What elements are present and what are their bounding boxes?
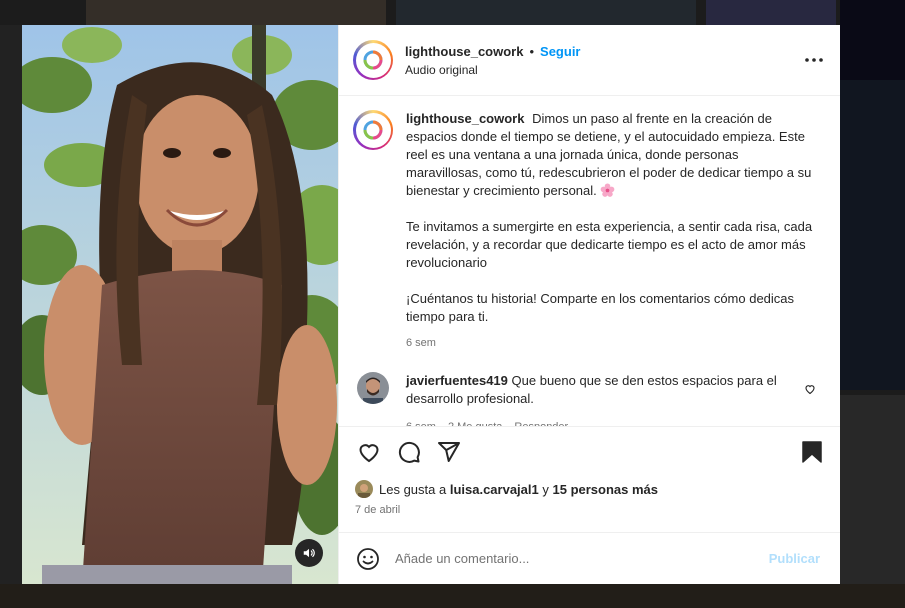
like-button[interactable] — [355, 438, 383, 466]
mute-button[interactable] — [295, 539, 323, 567]
paper-plane-icon — [438, 441, 460, 462]
speaker-icon — [303, 548, 315, 558]
caption-text-3: ¡Cuéntanos tu historia! Comparte en los … — [406, 291, 795, 324]
post-details-panel: lighthouse_cowork • Seguir Audio origina… — [338, 25, 840, 584]
share-button[interactable] — [435, 438, 463, 466]
comments-section[interactable]: lighthouse_cowork Dimos un paso al frent… — [339, 96, 840, 426]
likes-connector: y — [542, 481, 549, 497]
comment-input[interactable] — [395, 551, 769, 566]
audio-label[interactable]: Audio original — [405, 63, 802, 77]
save-button[interactable] — [798, 438, 826, 466]
bookmark-icon — [802, 440, 822, 463]
more-options-button[interactable] — [802, 48, 826, 72]
liker-avatar[interactable] — [355, 480, 373, 498]
post-date: 7 de abril — [355, 504, 401, 516]
smiley-icon — [357, 547, 379, 570]
add-comment-bar: Publicar — [339, 532, 840, 584]
ellipsis-icon — [805, 58, 823, 62]
commenter-avatar[interactable] — [357, 372, 389, 404]
comment-like-button[interactable] — [804, 382, 816, 426]
caption-username[interactable]: lighthouse_cowork — [406, 111, 524, 126]
likes-summary: Les gusta a luisa.carvajal1 y 15 persona… — [339, 476, 840, 498]
publish-button[interactable]: Publicar — [769, 551, 826, 566]
caption: lighthouse_cowork Dimos un paso al frent… — [353, 110, 824, 352]
comment-timestamp: 6 sem — [406, 418, 436, 426]
author-avatar[interactable] — [353, 40, 393, 80]
post-modal: lighthouse_cowork • Seguir Audio origina… — [22, 25, 840, 584]
heart-icon — [805, 385, 815, 395]
follow-button[interactable]: Seguir — [540, 44, 580, 59]
lighthouse-logo-icon — [363, 50, 383, 70]
avatar-photo — [355, 480, 373, 498]
lighthouse-logo-icon — [363, 120, 383, 140]
reply-button[interactable]: Responder — [514, 418, 568, 426]
comment-button[interactable] — [395, 438, 423, 466]
cherry-blossom-icon — [601, 183, 615, 197]
commenter-username[interactable]: javierfuentes419 — [406, 373, 508, 388]
caption-text-2: Te invitamos a sumergirte en esta experi… — [406, 219, 813, 270]
likes-prefix: Les gusta a — [379, 481, 447, 497]
comment-likes-count[interactable]: 2 Me gusta — [448, 418, 502, 426]
comment-item: javierfuentes419 Que bueno que se den es… — [353, 372, 824, 426]
separator-dot: • — [529, 43, 535, 59]
post-actions-bar — [339, 426, 840, 476]
likes-others-link[interactable]: 15 personas más — [553, 482, 659, 497]
post-video[interactable] — [22, 25, 338, 584]
post-header: lighthouse_cowork • Seguir Audio origina… — [339, 25, 840, 96]
heart-icon — [359, 443, 379, 462]
caption-author-avatar[interactable] — [353, 110, 393, 150]
liker-username[interactable]: luisa.carvajal1 — [450, 482, 539, 497]
caption-timestamp: 6 sem — [406, 337, 436, 349]
comment-bubble-icon — [398, 441, 420, 463]
emoji-button[interactable] — [355, 546, 381, 572]
avatar-photo — [357, 372, 389, 404]
video-frame — [22, 25, 338, 584]
author-username[interactable]: lighthouse_cowork — [405, 44, 523, 59]
